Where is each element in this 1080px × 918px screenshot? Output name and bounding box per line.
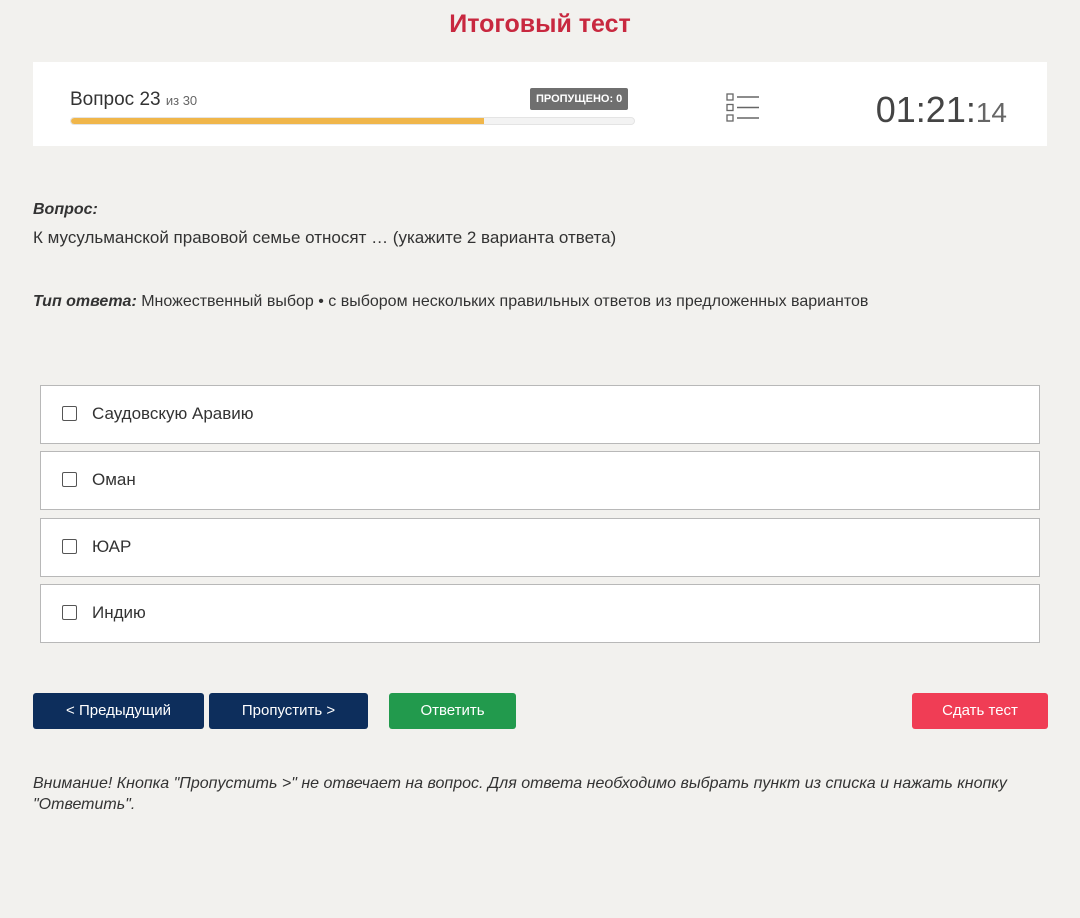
answer-option[interactable]: Индию: [40, 584, 1040, 643]
answer-option-label: Индию: [92, 603, 146, 622]
question-number: Вопрос 23: [70, 89, 161, 110]
question-heading: Вопрос:: [33, 201, 98, 218]
checkbox[interactable]: [62, 539, 77, 554]
checkbox[interactable]: [62, 605, 77, 620]
answer-option[interactable]: Оман: [40, 451, 1040, 510]
answer-button[interactable]: Ответить: [389, 693, 516, 729]
checkbox[interactable]: [62, 472, 77, 487]
test-status-panel: Вопрос 23 из 30 ПРОПУЩЕНО: 0 01:21:14: [33, 62, 1047, 146]
question-list-icon[interactable]: [726, 93, 760, 123]
progress-bar-fill: [71, 118, 484, 124]
previous-button[interactable]: < Предыдущий: [33, 693, 204, 729]
answer-type-label: Тип ответа:: [33, 293, 137, 310]
timer-hours-minutes: 01:21:: [875, 89, 976, 130]
timer-seconds: 14: [975, 97, 1007, 128]
answer-option-label: ЮАР: [92, 537, 132, 556]
skip-button[interactable]: Пропустить >: [209, 693, 368, 729]
skip-warning-note: Внимание! Кнопка "Пропустить >" не отвеч…: [33, 775, 1007, 813]
answer-option[interactable]: ЮАР: [40, 518, 1040, 577]
answer-option-label: Оман: [92, 470, 136, 489]
answer-option-label: Саудовскую Аравию: [92, 404, 254, 423]
page-title: Итоговый тест: [449, 10, 631, 38]
checkbox[interactable]: [62, 406, 77, 421]
progress-bar: [70, 117, 635, 125]
answer-type: Тип ответа: Множественный выбор • с выбо…: [33, 291, 868, 313]
question-counter: Вопрос 23 из 30: [70, 88, 197, 113]
question-text: К мусульманской правовой семье относят ……: [33, 228, 617, 247]
submit-test-button[interactable]: Сдать тест: [912, 693, 1048, 729]
answer-type-value: Множественный выбор • с выбором нескольк…: [136, 293, 869, 310]
skipped-count-badge: ПРОПУЩЕНО: 0: [530, 88, 629, 110]
answer-option[interactable]: Саудовскую Аравию: [40, 385, 1040, 444]
countdown-timer: 01:21:14: [876, 90, 1007, 133]
question-total: из 30: [165, 93, 198, 108]
